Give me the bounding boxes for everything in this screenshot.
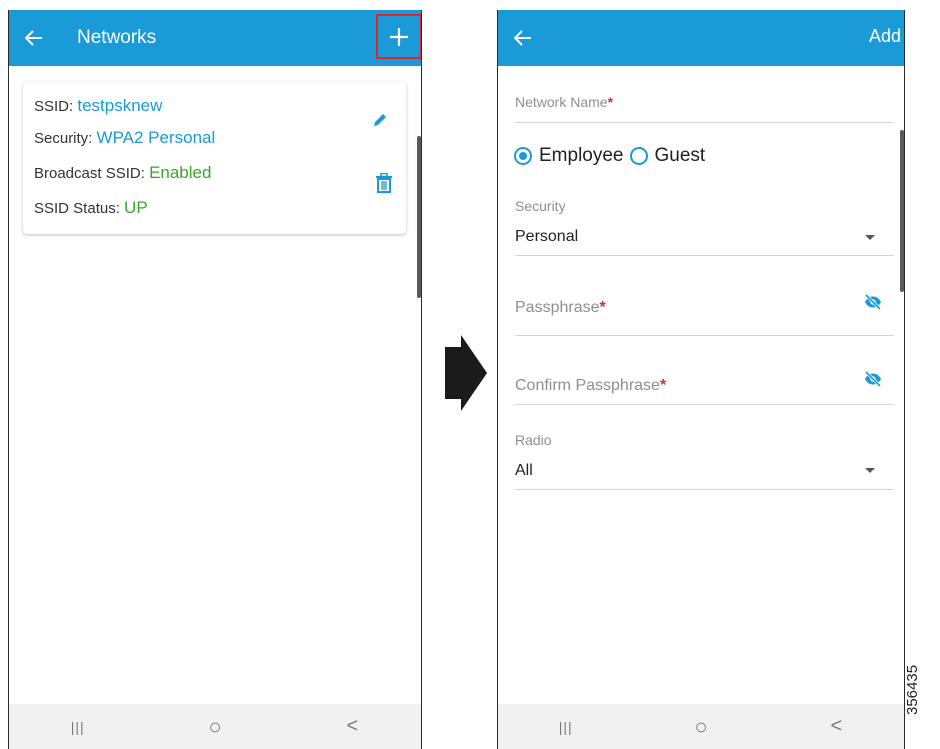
scrollbar[interactable] — [900, 130, 904, 292]
employee-radio[interactable] — [514, 147, 532, 165]
ssid-label: SSID: — [34, 98, 78, 115]
add-network-app-bar: Add — [498, 10, 904, 66]
eye-off-icon[interactable] — [864, 371, 882, 387]
arrow-left-icon — [25, 30, 42, 46]
transition-arrow-icon — [445, 335, 487, 411]
employee-label: Employee — [539, 145, 624, 166]
passphrase-placeholder: Passphrase — [515, 299, 600, 316]
radio-select[interactable]: All — [515, 462, 533, 480]
networks-screen: Networks SSID: testpsknew Security: WPA2… — [8, 10, 422, 749]
network-name-field[interactable]: Network Name* — [515, 94, 613, 110]
nav-back-button[interactable]: < — [322, 707, 382, 747]
system-nav-bar: ||| ○ < — [9, 704, 421, 749]
figure-id: 356435 — [904, 664, 921, 715]
passphrase-underline — [515, 335, 894, 336]
add-network-button[interactable] — [376, 14, 421, 59]
add-button[interactable]: Add — [869, 26, 901, 47]
networks-app-bar: Networks — [9, 10, 421, 66]
system-nav-bar: ||| ○ < — [498, 704, 904, 749]
network-name-underline — [515, 122, 894, 123]
recents-icon: ||| — [558, 718, 573, 735]
home-icon: ○ — [694, 713, 708, 739]
delete-network-button[interactable] — [375, 172, 393, 198]
confirm-passphrase-underline — [515, 404, 894, 405]
confirm-passphrase-placeholder: Confirm Passphrase — [515, 377, 660, 394]
guest-label: Guest — [654, 145, 706, 166]
security-label: Security: — [34, 130, 97, 147]
broadcast-row: Broadcast SSID: Enabled — [34, 163, 211, 183]
broadcast-value: Enabled — [149, 163, 212, 182]
eye-off-icon[interactable] — [864, 294, 882, 310]
guest-radio[interactable] — [629, 147, 648, 165]
radio-selected-dot — [519, 152, 527, 160]
nav-back-icon: < — [346, 715, 359, 737]
security-select[interactable]: Personal — [515, 228, 578, 246]
required-mark: * — [659, 377, 667, 394]
home-button[interactable]: ○ — [185, 707, 245, 747]
home-button[interactable]: ○ — [671, 707, 731, 747]
status-row: SSID Status: UP — [34, 198, 148, 218]
broadcast-label: Broadcast SSID: — [34, 165, 150, 182]
recents-button[interactable]: ||| — [536, 707, 596, 747]
security-value: WPA2 Personal — [96, 128, 216, 147]
page-title: Networks — [77, 27, 157, 48]
chevron-down-icon[interactable] — [865, 235, 875, 240]
network-name-label: Network Name — [515, 94, 608, 110]
status-label: SSID Status: — [34, 200, 125, 217]
back-button[interactable] — [9, 10, 59, 66]
security-row: Security: WPA2 Personal — [34, 128, 215, 148]
status-value: UP — [124, 198, 148, 217]
plus-icon — [390, 27, 408, 46]
required-mark: * — [607, 94, 614, 110]
ssid-row: SSID: testpsknew — [34, 96, 162, 116]
radio-label: Radio — [515, 432, 552, 448]
back-button[interactable] — [498, 10, 548, 66]
ssid-value: testpsknew — [77, 96, 163, 115]
passphrase-input[interactable]: Passphrase* — [515, 299, 606, 317]
scrollbar[interactable] — [417, 136, 421, 298]
add-network-screen: Add Network Name* Employee Guest Securit… — [497, 10, 905, 749]
required-mark: * — [599, 299, 606, 316]
nav-back-icon: < — [830, 715, 843, 737]
recents-icon: ||| — [70, 718, 85, 735]
edit-network-button[interactable] — [372, 112, 388, 133]
recents-button[interactable]: ||| — [48, 707, 108, 747]
confirm-passphrase-input[interactable]: Confirm Passphrase* — [515, 377, 666, 395]
network-type-radio-group: Employee Guest — [514, 145, 705, 167]
pencil-icon — [374, 114, 386, 126]
arrow-left-icon — [514, 30, 531, 46]
chevron-down-icon[interactable] — [865, 468, 875, 473]
nav-back-button[interactable]: < — [806, 707, 866, 747]
security-label: Security — [515, 198, 566, 214]
radio-underline — [515, 489, 894, 490]
security-underline — [515, 255, 894, 256]
network-card[interactable]: SSID: testpsknew Security: WPA2 Personal… — [23, 82, 406, 234]
home-icon: ○ — [208, 713, 222, 739]
trash-icon — [376, 172, 392, 193]
